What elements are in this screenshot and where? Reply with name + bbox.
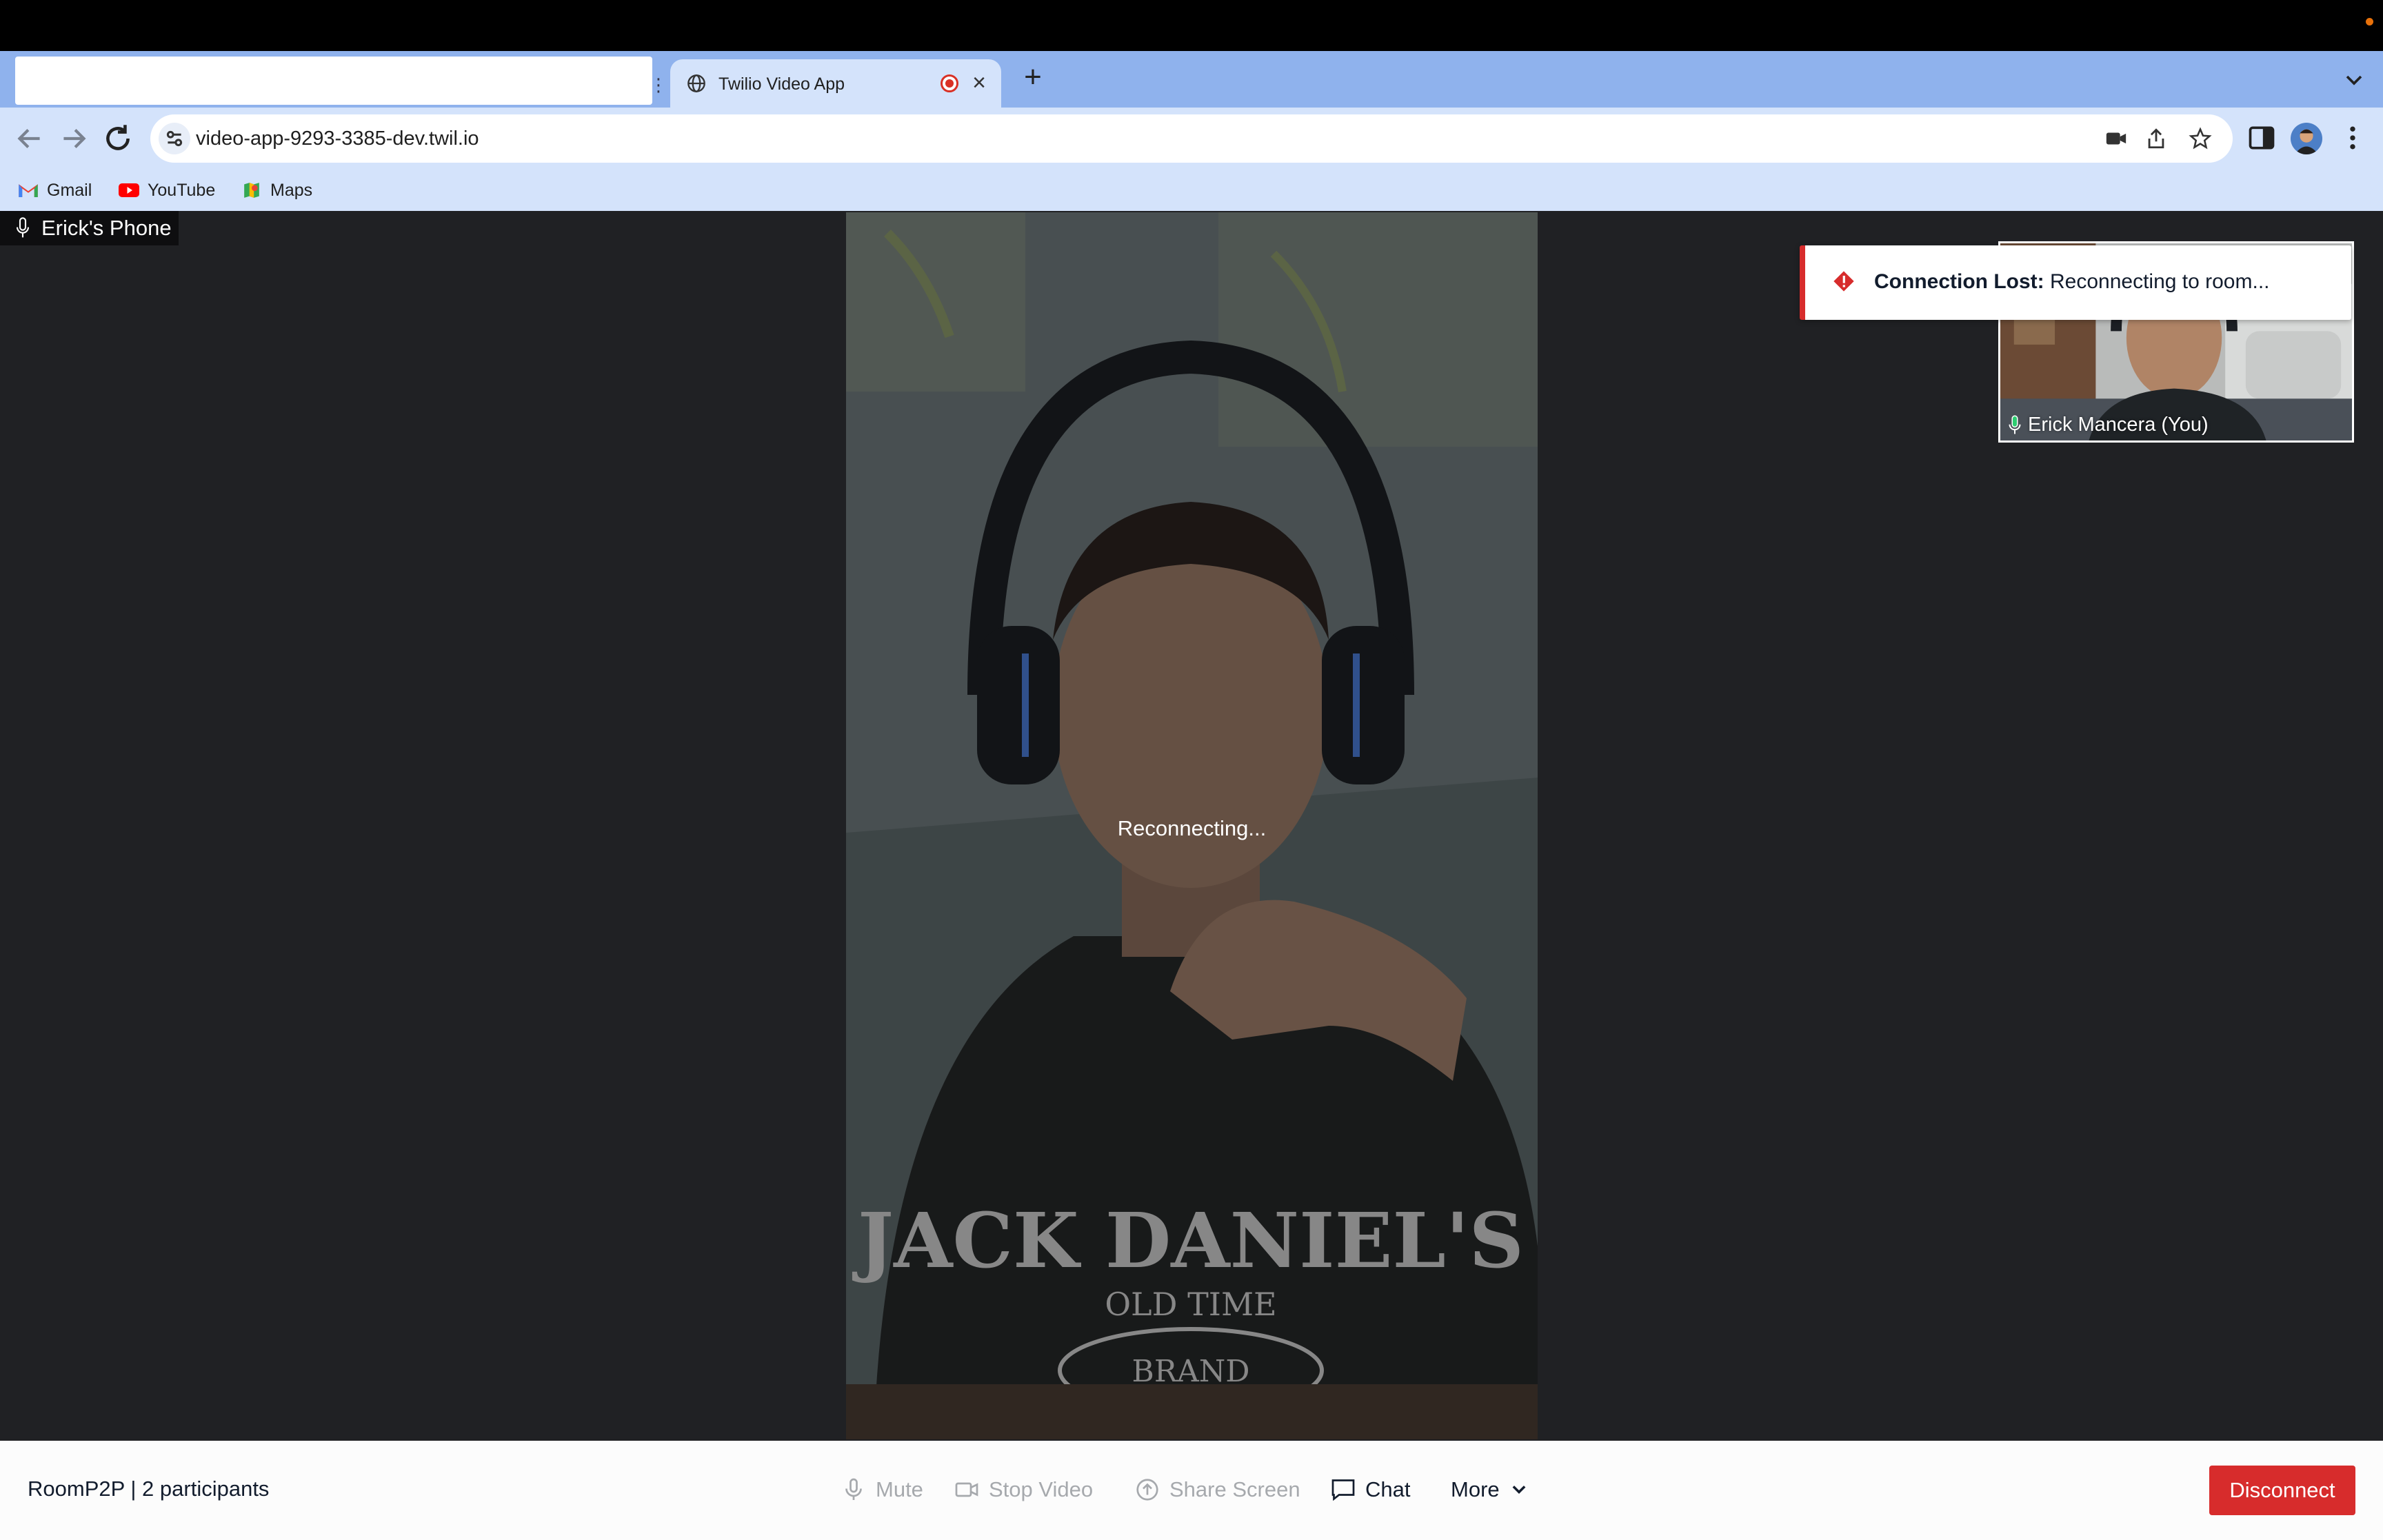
tab-twilio-video-app[interactable]: Twilio Video App × xyxy=(670,59,1001,108)
main-participant-video: JACK DANIEL'S OLD TIME BRAND Reconnectin… xyxy=(846,212,1538,1439)
tab-recording-icon xyxy=(941,74,958,92)
microphone-icon xyxy=(845,1478,862,1500)
globe-icon xyxy=(687,74,705,92)
stop-video-button[interactable]: Stop Video xyxy=(954,1472,1093,1507)
room-info: RoomP2P | 2 participants xyxy=(28,1477,269,1501)
reconnecting-status: Reconnecting... xyxy=(1117,816,1267,840)
bookmark-label: Gmail xyxy=(47,180,92,200)
error-icon xyxy=(1833,271,1854,292)
mute-button[interactable]: Mute xyxy=(841,1472,923,1507)
redacted-tab[interactable] xyxy=(15,57,652,105)
maps-icon xyxy=(244,183,259,198)
tab-search-chevron-icon[interactable] xyxy=(2340,66,2368,94)
microphone-icon xyxy=(16,217,30,238)
tab-more-icon: ⋮ xyxy=(650,74,667,95)
connection-lost-toast: Connection Lost: Reconnecting to room... xyxy=(1800,245,2351,320)
browser-toolbar: video-app-9293-3385-dev.twil.io xyxy=(0,108,2383,170)
room-info-separator: | xyxy=(130,1477,137,1501)
share-icon[interactable] xyxy=(2144,127,2168,150)
browser-tabstrip: ⋮ Twilio Video App × + xyxy=(0,51,2383,108)
os-menu-bar xyxy=(0,0,2383,51)
tab-title: Twilio Video App xyxy=(718,74,845,94)
new-tab-button[interactable]: + xyxy=(1018,62,1048,94)
microphone-active-icon xyxy=(2009,415,2021,434)
profile-avatar[interactable] xyxy=(2291,123,2322,154)
recording-indicator-dot xyxy=(2366,18,2373,26)
participant-name: Erick Mancera (You) xyxy=(2028,414,2209,436)
room-name: RoomP2P xyxy=(28,1477,125,1501)
chat-label: Chat xyxy=(1365,1477,1411,1501)
chevron-down-icon xyxy=(1512,1486,1526,1494)
more-label: More xyxy=(1451,1477,1500,1501)
menu-kebab-icon[interactable] xyxy=(2337,123,2368,153)
youtube-icon xyxy=(119,183,139,197)
gmail-icon xyxy=(19,184,38,197)
share-screen-button[interactable]: Share Screen xyxy=(1135,1472,1300,1507)
tab-close-icon[interactable]: × xyxy=(967,69,992,97)
bookmark-label: Maps xyxy=(270,180,313,200)
mute-label: Mute xyxy=(876,1477,923,1501)
share-screen-label: Share Screen xyxy=(1169,1477,1300,1501)
url-text: video-app-9293-3385-dev.twil.io xyxy=(196,128,479,150)
disconnect-button[interactable]: Disconnect xyxy=(2209,1466,2355,1515)
address-bar[interactable]: video-app-9293-3385-dev.twil.io xyxy=(150,114,2233,163)
bookmark-youtube[interactable]: YouTube xyxy=(119,178,215,203)
back-icon[interactable] xyxy=(12,121,47,156)
chat-button[interactable]: Chat xyxy=(1331,1472,1410,1507)
bookmark-label: YouTube xyxy=(148,180,216,200)
site-info-icon[interactable] xyxy=(159,123,190,154)
video-camera-icon xyxy=(955,1482,978,1497)
camera-in-use-icon[interactable] xyxy=(2104,127,2128,150)
toast-title: Connection Lost: xyxy=(1874,270,2044,293)
bookmarks-bar: Gmail YouTube Maps xyxy=(0,170,2383,211)
more-button[interactable]: More xyxy=(1451,1472,1529,1507)
chat-bubble-icon xyxy=(1331,1479,1355,1501)
reload-icon[interactable] xyxy=(101,121,135,156)
participant-count: 2 participants xyxy=(142,1477,270,1501)
participant-name: Erick's Phone xyxy=(41,216,172,240)
side-panel-icon[interactable] xyxy=(2246,123,2277,153)
share-screen-icon xyxy=(1136,1479,1158,1501)
forward-icon[interactable] xyxy=(57,121,91,156)
video-stage: Erick's Phone JACK DANIEL'S OLD TIME BRA… xyxy=(0,211,2383,1441)
main-participant-name-tag: Erick's Phone xyxy=(0,211,179,245)
toast-message: Reconnecting to room... xyxy=(2049,270,2270,293)
bookmark-star-icon[interactable] xyxy=(2189,127,2212,150)
toast-text: Connection Lost: Reconnecting to room... xyxy=(1874,270,2270,294)
call-controls-bar: RoomP2P | 2 participants Mute Stop Video… xyxy=(0,1441,2383,1540)
bookmark-maps[interactable]: Maps xyxy=(241,178,312,203)
bookmark-gmail[interactable]: Gmail xyxy=(18,178,92,203)
stop-video-label: Stop Video xyxy=(989,1477,1094,1501)
self-view-name-tag: Erick Mancera (You) xyxy=(2007,414,2209,436)
